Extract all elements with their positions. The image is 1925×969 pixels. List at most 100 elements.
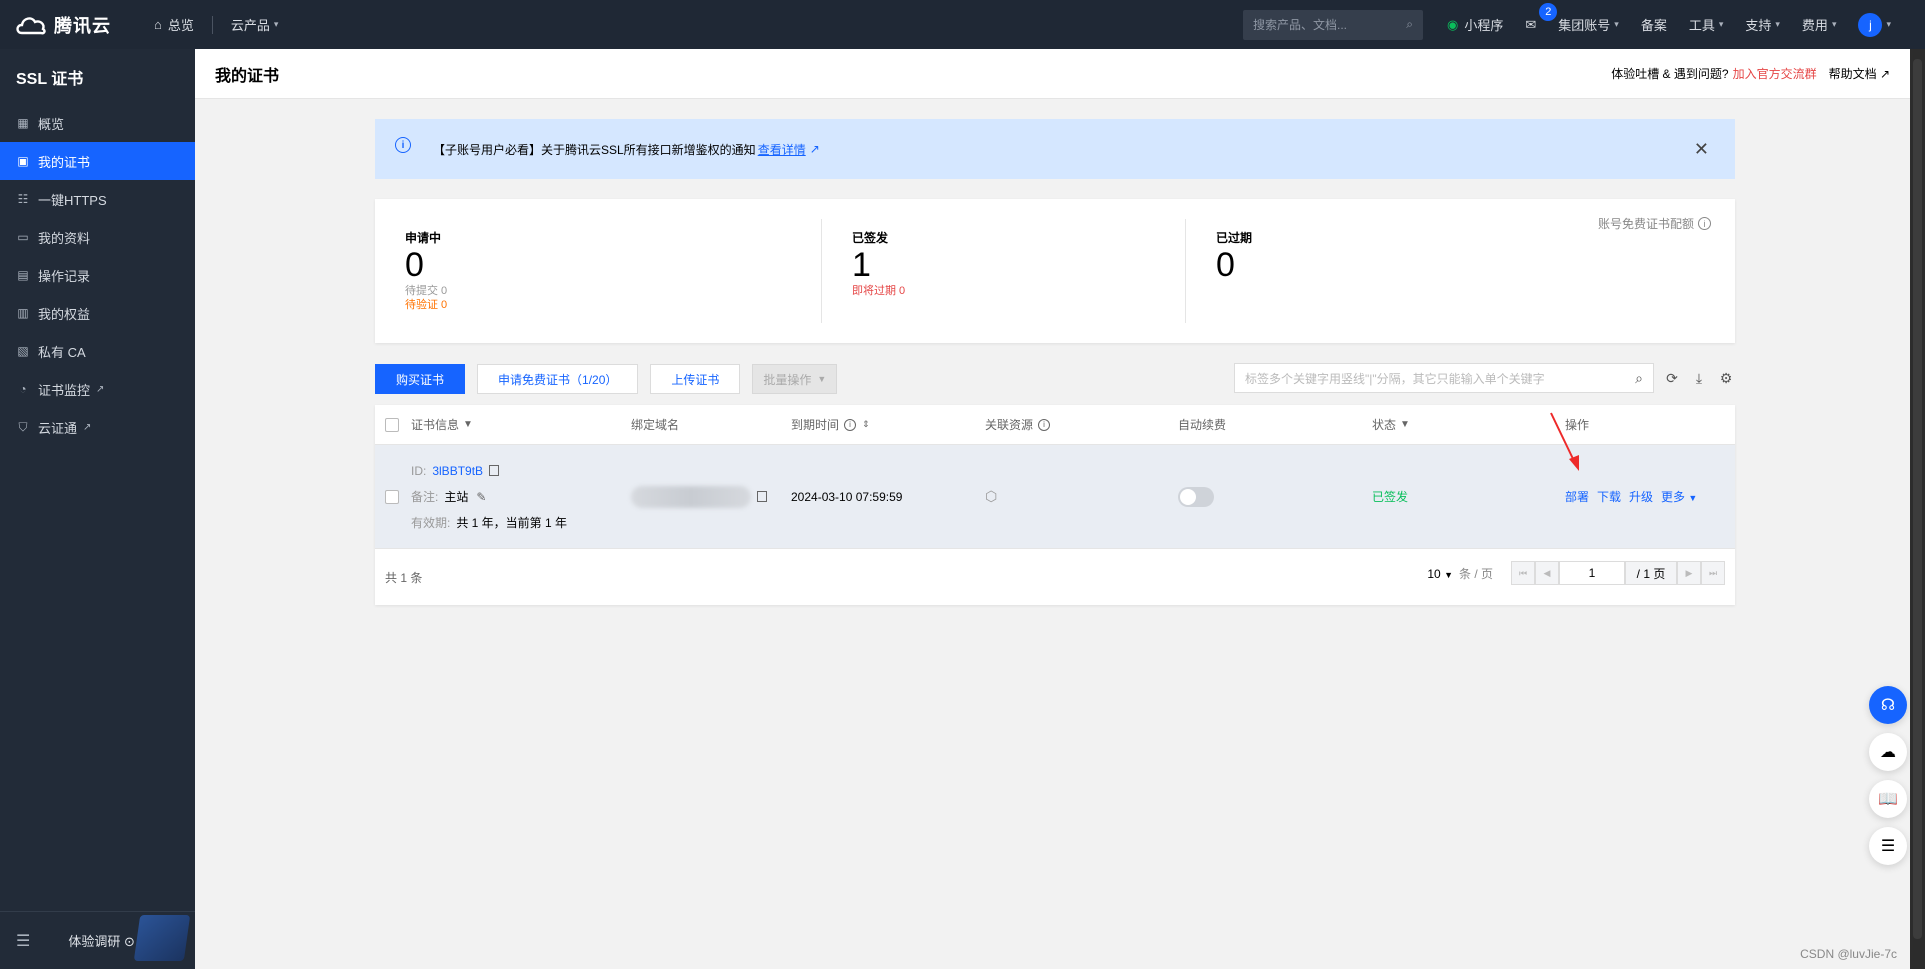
stat-issued-value[interactable]: 1: [852, 246, 1185, 284]
search-icon[interactable]: ⌕: [1635, 370, 1643, 387]
user-menu[interactable]: j ▾: [1858, 12, 1891, 37]
notice-details-link[interactable]: 查看详情: [758, 141, 806, 158]
list-icon: ☰: [1880, 838, 1896, 855]
toggle-switch[interactable]: [1178, 486, 1214, 507]
docs-button[interactable]: 📖: [1869, 780, 1907, 818]
support-label: 支持: [1745, 18, 1772, 33]
select-all-checkbox[interactable]: [385, 417, 399, 432]
icp-filing-link[interactable]: 备案: [1641, 15, 1667, 34]
sidebar-item-label: 概览: [38, 116, 65, 132]
apply-free-certificate-button[interactable]: 申请免费证书（1/20）: [477, 364, 639, 394]
sidebar-item-private-ca[interactable]: ▧ 私有 CA: [0, 332, 195, 370]
page-header: 我的证书 体验吐槽 & 遇到问题? 加入官方交流群 帮助文档 ↗: [195, 49, 1910, 99]
col-expire-label: 到期时间: [791, 418, 840, 432]
info-icon[interactable]: i: [1038, 418, 1051, 431]
mail-icon: ✉: [1525, 16, 1537, 32]
avatar: j: [1858, 12, 1883, 37]
tencent-cloud-logo[interactable]: 腾讯云: [0, 12, 136, 38]
mini-program-link[interactable]: ◉ 小程序: [1447, 15, 1503, 34]
checkbox[interactable]: [385, 417, 399, 432]
copy-icon[interactable]: [489, 465, 500, 476]
stat-pending-verify[interactable]: 待验证 0: [405, 298, 821, 312]
stat-pending-value[interactable]: 0: [405, 246, 821, 284]
status-badge: 已签发: [1372, 490, 1409, 504]
free-quota-link[interactable]: 账号免费证书配额 i: [1598, 215, 1711, 232]
cert-id-link[interactable]: 3lBBT9tB: [432, 464, 483, 478]
sidebar-item-my-certificates[interactable]: ▣ 我的证书: [0, 142, 195, 180]
watermark: CSDN @luvJie-7c: [1800, 947, 1897, 961]
global-search-input[interactable]: 搜索产品、文档... ⌕: [1243, 9, 1423, 40]
page-scrollbar[interactable]: [1910, 49, 1925, 969]
sidebar-item-overview[interactable]: ▦ 概览: [0, 104, 195, 142]
top-navbar: 腾讯云 ⌂ 总览 云产品 ▾ 搜索产品、文档... ⌕ ◉ 小程序 ✉ 2 集团…: [0, 0, 1925, 49]
nav-overview[interactable]: ⌂ 总览: [154, 15, 194, 34]
sidebar-item-one-click-https[interactable]: ☷ 一键HTTPS: [0, 180, 195, 218]
next-page-button[interactable]: ▶: [1677, 561, 1701, 585]
more-dropdown[interactable]: 更多 ▼: [1661, 488, 1697, 505]
stat-issued: 已签发 1 即将过期 0: [822, 219, 1186, 323]
join-group-link[interactable]: 加入官方交流群: [1733, 65, 1817, 82]
gear-icon[interactable]: ⚙: [1717, 369, 1735, 387]
download-button[interactable]: 下载: [1597, 488, 1621, 505]
customer-service-button[interactable]: ☊: [1869, 686, 1907, 724]
sidebar-item-my-benefits[interactable]: ▥ 我的权益: [0, 294, 195, 332]
messages-button[interactable]: ✉ 2: [1525, 2, 1558, 33]
stat-expiring-soon[interactable]: 即将过期 0: [852, 284, 1185, 298]
copy-icon[interactable]: [757, 491, 767, 502]
upload-certificate-button[interactable]: 上传证书: [650, 364, 741, 394]
buy-certificate-button[interactable]: 购买证书: [375, 364, 466, 394]
last-page-button[interactable]: ⏭: [1701, 561, 1725, 585]
info-icon[interactable]: i: [1698, 217, 1711, 230]
download-icon[interactable]: ⤓: [1690, 369, 1708, 387]
filter-icon[interactable]: ▼: [1400, 419, 1410, 430]
external-link-icon: ↗: [1879, 67, 1890, 81]
support-menu[interactable]: 支持 ▾: [1745, 15, 1780, 34]
col-expire: 到期时间 i ⇕: [791, 416, 870, 433]
first-page-button[interactable]: ⏮: [1511, 561, 1535, 585]
cert-remark: 主站: [444, 490, 469, 504]
prev-page-button[interactable]: ◀: [1535, 561, 1559, 585]
col-resources: 关联资源 i: [985, 416, 1051, 433]
monitor-icon: ◔: [19, 382, 27, 396]
upgrade-button[interactable]: 升级: [1629, 488, 1653, 505]
help-docs-link[interactable]: 帮助文档 ↗: [1829, 65, 1890, 82]
certificate-icon: ▣: [17, 154, 29, 168]
menu-list-button[interactable]: ☰: [1869, 827, 1907, 865]
refresh-icon[interactable]: ⟳: [1663, 369, 1681, 387]
cert-validity-label: 有效期:: [411, 516, 451, 530]
row-checkbox[interactable]: [385, 489, 399, 504]
caret-down-icon: ▼: [1444, 569, 1453, 580]
edit-icon[interactable]: ✎: [476, 490, 486, 504]
sidebar-item-my-profile[interactable]: ▭ 我的资料: [0, 218, 195, 256]
sort-icon[interactable]: ⇕: [862, 419, 870, 430]
sidebar-item-operation-log[interactable]: ▤ 操作记录: [0, 256, 195, 294]
cloud-assistant-button[interactable]: ☁: [1869, 733, 1907, 771]
billing-menu[interactable]: 费用 ▾: [1802, 15, 1837, 34]
group-account-menu[interactable]: 集团账号 ▾: [1558, 15, 1619, 34]
stat-expired-value[interactable]: 0: [1216, 246, 1633, 284]
tools-menu[interactable]: 工具 ▾: [1689, 15, 1724, 34]
page-size-select[interactable]: 10 ▼ 条 / 页: [1427, 565, 1493, 582]
sidebar-item-cert-monitor[interactable]: ◔ 证书监控 ↗: [0, 370, 195, 408]
close-icon[interactable]: ✕: [1694, 139, 1709, 160]
info-icon: i: [395, 137, 411, 153]
survey-decoration: [133, 915, 191, 961]
batch-operation-dropdown[interactable]: 批量操作 ▼: [752, 364, 838, 394]
nav-cloud-products[interactable]: 云产品 ▾: [231, 15, 279, 34]
cube-icon[interactable]: ⬡: [985, 488, 997, 505]
checkbox[interactable]: [385, 489, 399, 504]
sidebar-item-cloud-cert[interactable]: ⛉ 云证通 ↗: [0, 408, 195, 446]
survey-link[interactable]: 体验调研 ⊙: [68, 931, 135, 950]
stat-pending-submit[interactable]: 待提交 0: [405, 284, 821, 298]
sidebar-footer: ☰ 体验调研 ⊙: [0, 911, 195, 969]
info-icon[interactable]: i: [844, 418, 857, 431]
page-number-input[interactable]: 1: [1559, 561, 1625, 585]
filter-icon[interactable]: ▼: [463, 419, 473, 430]
search-icon[interactable]: ⌕: [1406, 17, 1413, 32]
collapse-sidebar-icon[interactable]: ☰: [16, 931, 30, 951]
table-row: ID: 3lBBT9tB 备注: 主站 ✎ 有效期: 共 1 年，当前第 1 年 202…: [375, 412, 1735, 549]
certificate-search-input[interactable]: 标签多个关键字用竖线"|"分隔，其它只能输入单个关键字 ⌕: [1234, 363, 1654, 393]
deploy-button[interactable]: 部署: [1565, 488, 1589, 505]
auto-renew-toggle[interactable]: [1178, 486, 1214, 507]
scrollbar-thumb[interactable]: [1913, 59, 1922, 939]
